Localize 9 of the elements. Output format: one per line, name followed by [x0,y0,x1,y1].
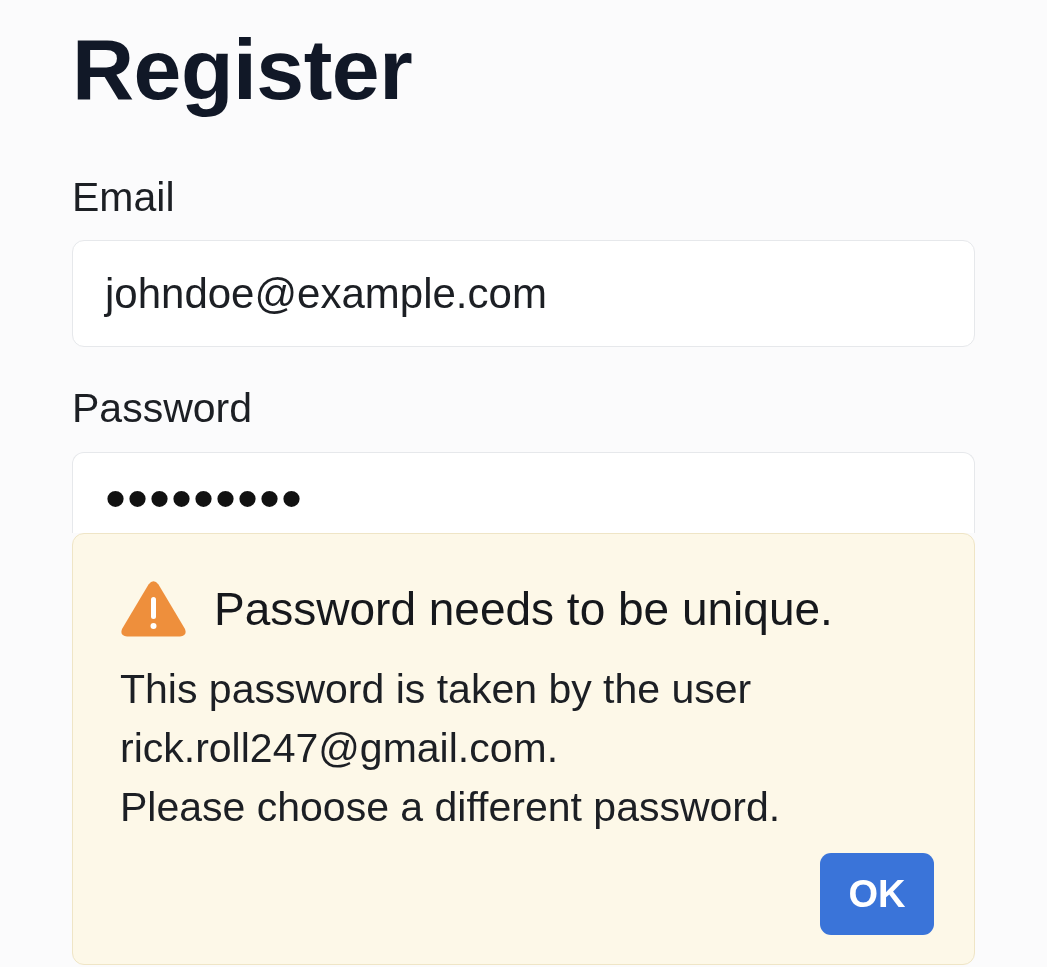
password-field[interactable]: ••••••••• [72,452,975,534]
email-field[interactable]: johndoe@example.com [72,240,975,348]
ok-button[interactable]: OK [820,853,934,936]
warning-icon [120,580,187,638]
alert-message: This password is taken by the user rick.roll247@gmail.com. [120,665,753,774]
page-title: Register [72,20,413,119]
alert-message: Please choose a different password. [120,783,781,833]
field-label: Email [72,177,175,219]
field-label: Password [72,388,252,430]
